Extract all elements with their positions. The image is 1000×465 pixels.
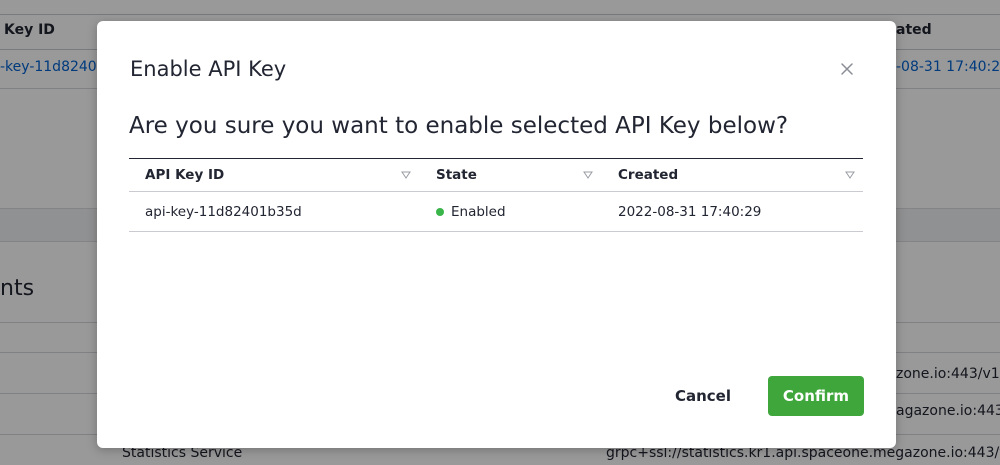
close-icon bbox=[841, 63, 853, 75]
column-header-api-key-id[interactable]: API Key ID bbox=[145, 159, 224, 191]
sort-icon[interactable] bbox=[583, 171, 593, 179]
table-row: api-key-11d82401b35d Enabled 2022-08-31 … bbox=[129, 192, 863, 232]
close-button[interactable] bbox=[839, 61, 855, 77]
sort-icon[interactable] bbox=[401, 171, 411, 179]
state-cell: Enabled bbox=[436, 192, 506, 231]
api-key-table: API Key ID State Created api-key-11d8240… bbox=[129, 158, 863, 232]
sort-icon[interactable] bbox=[845, 171, 855, 179]
confirm-button[interactable]: Confirm bbox=[768, 376, 864, 416]
enabled-status-dot-icon bbox=[436, 207, 444, 216]
page: Key ID ated -key-11d82401b -08-31 17:40:… bbox=[0, 0, 1000, 465]
enable-api-key-modal: Enable API Key Are you sure you want to … bbox=[97, 21, 896, 448]
api-key-id-cell: api-key-11d82401b35d bbox=[145, 203, 302, 220]
confirmation-question: Are you sure you want to enable selected… bbox=[129, 113, 789, 139]
column-header-state[interactable]: State bbox=[436, 159, 477, 191]
created-cell: 2022-08-31 17:40:29 bbox=[618, 203, 762, 220]
state-label: Enabled bbox=[451, 203, 506, 220]
cancel-button[interactable]: Cancel bbox=[656, 376, 750, 416]
column-header-created[interactable]: Created bbox=[618, 159, 678, 191]
table-header-row: API Key ID State Created bbox=[129, 158, 863, 192]
modal-title: Enable API Key bbox=[130, 57, 287, 81]
